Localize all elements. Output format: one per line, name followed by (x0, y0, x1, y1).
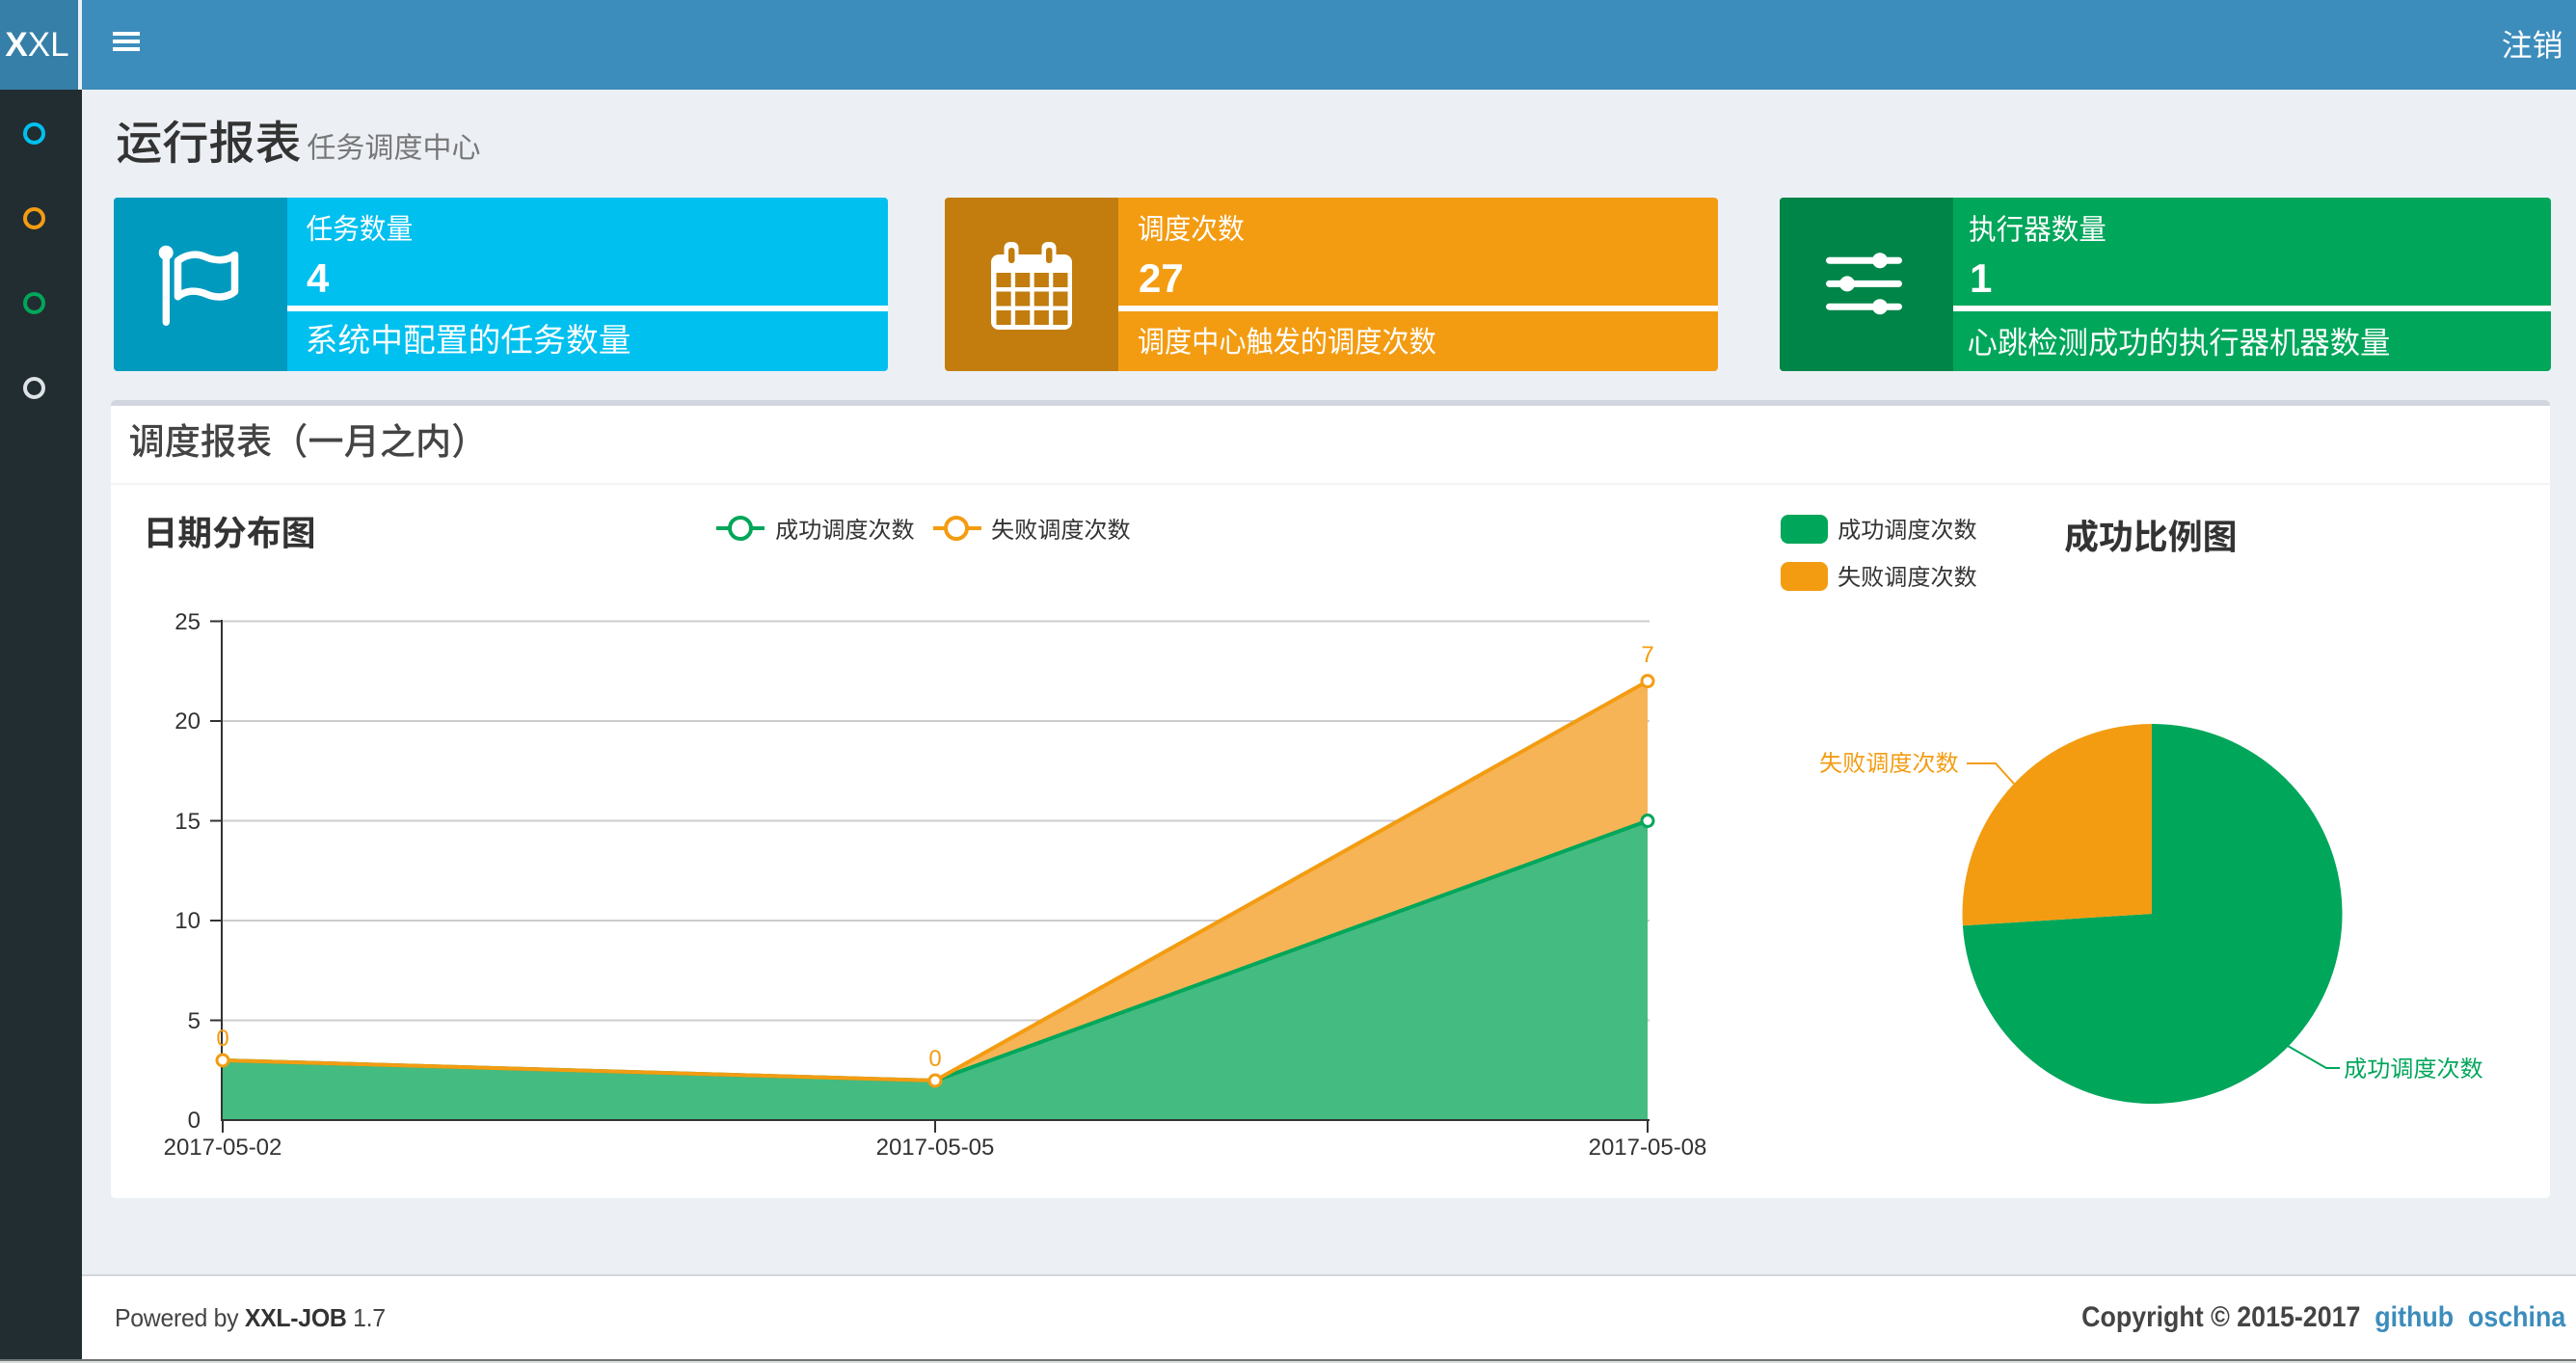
svg-text:10: 10 (174, 908, 201, 934)
svg-text:20: 20 (174, 708, 201, 735)
svg-text:0: 0 (216, 1026, 228, 1052)
svg-text:7: 7 (1641, 642, 1653, 668)
svg-text:0: 0 (188, 1108, 201, 1134)
svg-text:2017-05-02: 2017-05-02 (164, 1135, 282, 1161)
svg-text:25: 25 (174, 609, 201, 635)
svg-text:2017-05-08: 2017-05-08 (1589, 1135, 1707, 1161)
svg-text:5: 5 (188, 1008, 201, 1034)
svg-text:0: 0 (928, 1046, 941, 1072)
svg-text:15: 15 (174, 809, 201, 835)
svg-text:2017-05-05: 2017-05-05 (876, 1135, 995, 1161)
